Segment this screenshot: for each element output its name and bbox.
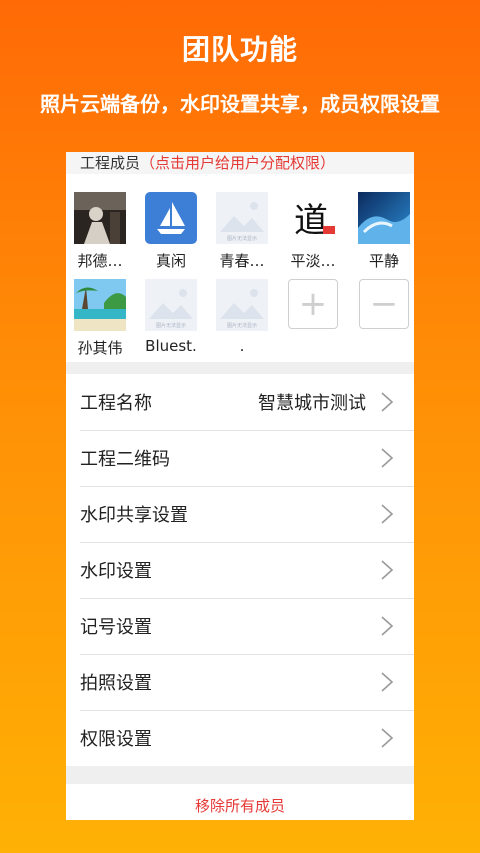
settings-row-watermark[interactable]: 水印设置 xyxy=(66,542,414,598)
remove-member-button[interactable]: − xyxy=(356,279,412,329)
boat-icon xyxy=(145,192,197,244)
row-label: 拍照设置 xyxy=(80,673,152,694)
row-label: 权限设置 xyxy=(80,729,152,750)
member-item[interactable]: 图片无法显示 Bluest. xyxy=(143,279,199,355)
chevron-right-icon xyxy=(381,504,394,524)
avatar xyxy=(145,192,197,244)
members-section: 工程成员（点击用户给用户分配权限） 邦德… 真闲 图片无法显示 青春… 道 平淡… xyxy=(66,152,414,362)
chevron-right-icon xyxy=(381,616,394,636)
member-name: 真闲 xyxy=(155,252,186,270)
member-item[interactable]: 孙其伟 xyxy=(72,279,128,358)
chevron-right-icon xyxy=(381,392,394,412)
svg-text:道: 道 xyxy=(294,201,328,241)
avatar-placeholder: 图片无法显示 xyxy=(145,279,197,331)
chevron-right-icon xyxy=(381,672,394,692)
member-name: 青春… xyxy=(219,252,265,270)
member-item[interactable]: 图片无法显示 青春… xyxy=(214,192,270,271)
row-value: 智慧城市测试 xyxy=(258,393,366,414)
member-name: 平淡… xyxy=(290,252,336,270)
member-item[interactable]: 道 平淡… xyxy=(285,192,341,271)
members-title: 工程成员 xyxy=(80,154,141,172)
hero-subtitle: 照片云端备份，水印设置共享，成员权限设置 xyxy=(40,92,440,116)
settings-row-project-name[interactable]: 工程名称 智慧城市测试 xyxy=(66,374,414,430)
member-item[interactable]: 图片无法显示 . xyxy=(214,279,270,355)
settings-row-qrcode[interactable]: 工程二维码 xyxy=(66,430,414,486)
member-name: 孙其伟 xyxy=(77,339,123,357)
member-name: 邦德… xyxy=(77,252,123,270)
image-placeholder-icon: 图片无法显示 xyxy=(145,279,197,331)
plus-icon: + xyxy=(288,279,338,329)
chevron-right-icon xyxy=(381,728,394,748)
row-label: 水印设置 xyxy=(80,561,152,582)
chevron-right-icon xyxy=(381,448,394,468)
row-label: 工程名称 xyxy=(80,393,152,414)
member-item[interactable]: 真闲 xyxy=(143,192,199,271)
settings-row-permissions[interactable]: 权限设置 xyxy=(66,710,414,766)
remove-all-members-button[interactable]: 移除所有成员 xyxy=(66,784,414,820)
settings-row-watermark-share[interactable]: 水印共享设置 xyxy=(66,486,414,542)
avatar: 道 xyxy=(287,192,339,244)
app-screen: 工程成员（点击用户给用户分配权限） 邦德… 真闲 图片无法显示 青春… 道 平淡… xyxy=(66,152,414,820)
beach-photo-icon xyxy=(74,279,126,331)
settings-row-marks[interactable]: 记号设置 xyxy=(66,598,414,654)
avatar-placeholder: 图片无法显示 xyxy=(216,192,268,244)
image-placeholder-icon: 图片无法显示 xyxy=(216,192,268,244)
row-label: 水印共享设置 xyxy=(80,505,188,526)
settings-row-camera[interactable]: 拍照设置 xyxy=(66,654,414,710)
placeholder-caption: 图片无法显示 xyxy=(156,322,186,329)
member-name: Bluest. xyxy=(145,337,197,355)
avatar xyxy=(74,279,126,331)
member-name: 平静 xyxy=(368,252,399,270)
calligraphy-icon: 道 xyxy=(287,192,339,244)
members-header: 工程成员（点击用户给用户分配权限） xyxy=(66,152,414,174)
member-item[interactable]: 平静 xyxy=(356,192,412,271)
wave-photo-icon xyxy=(358,192,410,244)
placeholder-caption: 图片无法显示 xyxy=(227,322,257,329)
member-name: . xyxy=(239,337,245,355)
member-item[interactable]: 邦德… xyxy=(72,192,128,271)
hero-title: 团队功能 xyxy=(181,33,298,66)
image-placeholder-icon: 图片无法显示 xyxy=(216,279,268,331)
placeholder-caption: 图片无法显示 xyxy=(227,235,257,242)
members-hint: （点击用户给用户分配权限） xyxy=(140,154,336,172)
settings-list: 工程名称 智慧城市测试 工程二维码 水印共享设置 水印设置 记号设置 拍照设置 … xyxy=(66,374,414,766)
avatar xyxy=(358,192,410,244)
add-member-button[interactable]: + xyxy=(285,279,341,329)
avatar-placeholder: 图片无法显示 xyxy=(216,279,268,331)
minus-icon: − xyxy=(359,279,409,329)
row-label: 工程二维码 xyxy=(80,449,170,470)
avatar xyxy=(74,192,126,244)
row-label: 记号设置 xyxy=(80,617,152,638)
chevron-right-icon xyxy=(381,560,394,580)
dark-photo-icon xyxy=(74,192,126,244)
